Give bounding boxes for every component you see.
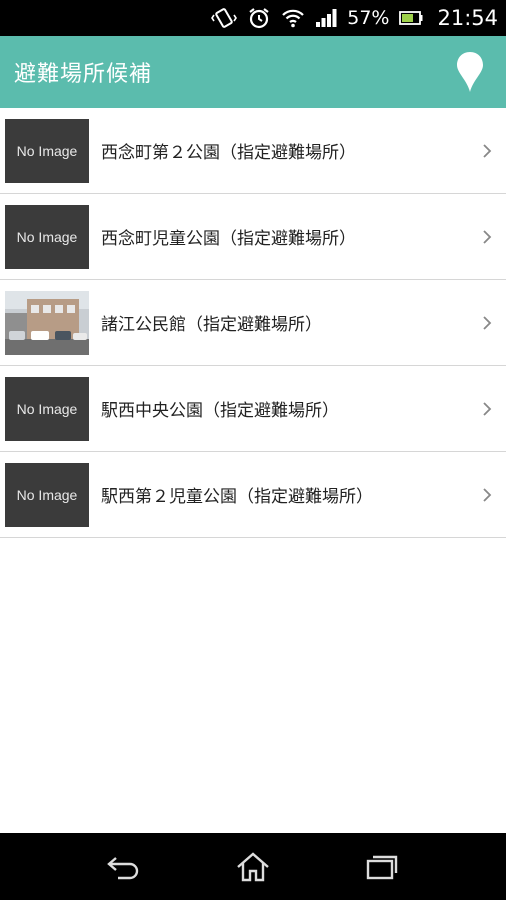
chevron-right-icon — [478, 143, 496, 159]
map-pin-button[interactable] — [448, 44, 492, 100]
wifi-icon — [281, 8, 305, 28]
home-button[interactable] — [218, 842, 288, 892]
back-button[interactable] — [89, 842, 159, 892]
list-item[interactable]: No Image 駅西中央公園（指定避難場所） — [0, 366, 506, 452]
building-photo-thumbnail — [5, 290, 89, 355]
list-item[interactable]: No Image 西念町第２公園（指定避難場所） — [0, 108, 506, 194]
list-item-label: 西念町第２公園（指定避難場所） — [101, 143, 356, 163]
list-item-label: 駅西中央公園（指定避難場所） — [101, 401, 339, 421]
alarm-icon — [247, 6, 271, 30]
list-item[interactable]: 諸江公民館（指定避難場所） — [0, 280, 506, 366]
battery-percent: 57% — [347, 7, 390, 29]
no-image-thumbnail: No Image — [5, 118, 89, 183]
list-item-label: 駅西第２児童公園（指定避難場所） — [101, 487, 373, 507]
no-image-thumbnail: No Image — [5, 376, 89, 441]
no-image-thumbnail: No Image — [5, 462, 89, 527]
signal-icon — [315, 8, 337, 28]
chevron-right-icon — [478, 315, 496, 331]
clock: 21:54 — [437, 6, 498, 30]
vibrate-icon — [211, 7, 238, 29]
home-icon — [237, 851, 269, 881]
page-title: 避難場所候補 — [14, 62, 153, 87]
no-image-thumbnail: No Image — [5, 204, 89, 269]
list-item[interactable]: No Image 駅西第２児童公園（指定避難場所） — [0, 452, 506, 538]
list-item[interactable]: No Image 西念町児童公園（指定避難場所） — [0, 194, 506, 280]
chevron-right-icon — [478, 487, 496, 503]
recent-apps-icon — [366, 855, 397, 879]
list-item-label: 西念町児童公園（指定避難場所） — [101, 229, 356, 249]
battery-icon — [399, 10, 423, 26]
list-item-label: 諸江公民館（指定避難場所） — [101, 315, 322, 335]
chevron-right-icon — [478, 229, 496, 245]
shelter-list: No Image 西念町第２公園（指定避難場所） No Image 西念町児童公… — [0, 108, 506, 538]
status-bar: 57% 21:54 — [0, 0, 506, 36]
back-icon — [107, 856, 139, 879]
navigation-bar — [0, 833, 506, 900]
chevron-right-icon — [478, 401, 496, 417]
recent-apps-button[interactable] — [347, 842, 417, 892]
map-pin-icon — [457, 52, 483, 92]
app-bar: 避難場所候補 — [0, 36, 506, 108]
